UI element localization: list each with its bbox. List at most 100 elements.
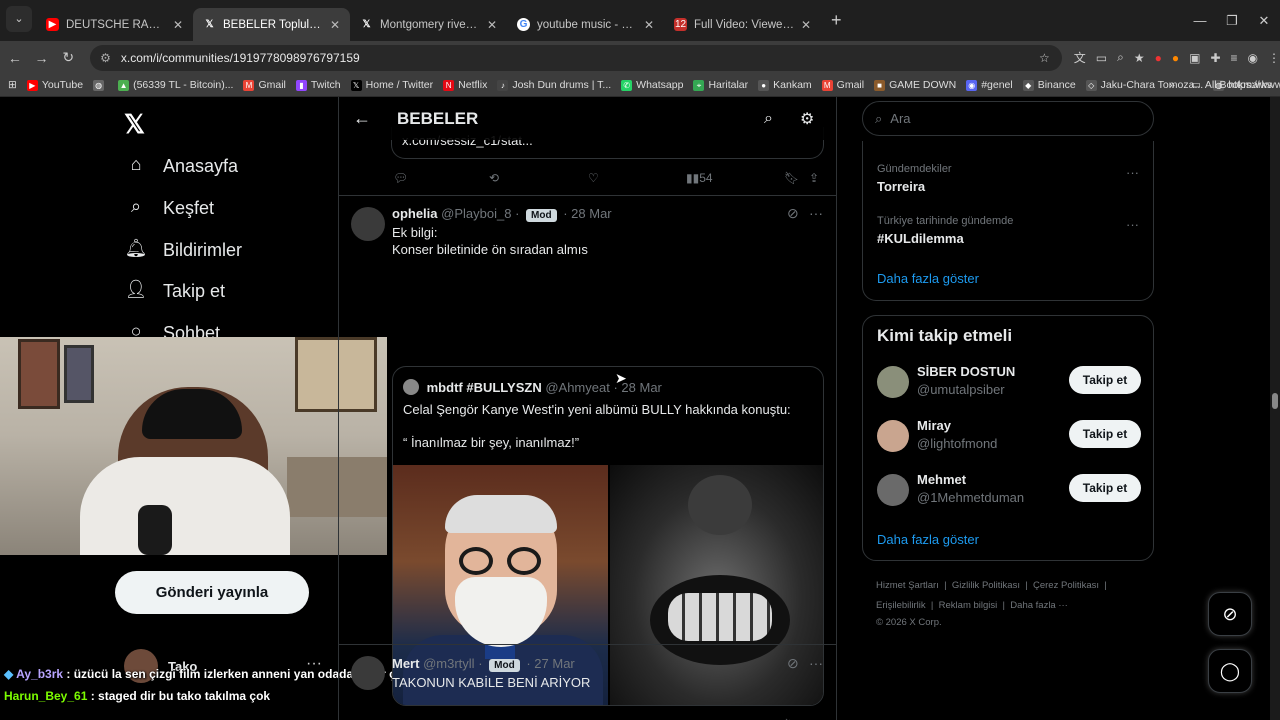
browser-tab[interactable]: 12Full Video: Viewer records as M✕	[664, 8, 821, 41]
bookmark-item[interactable]: ▲ (56339 TL - Bitcoin)...	[118, 79, 233, 91]
footer-link[interactable]: Reklam bilgisi	[939, 600, 998, 611]
repost-icon[interactable]: ⟲	[489, 171, 499, 185]
close-tab-icon[interactable]: ✕	[644, 18, 654, 32]
bookmark-item[interactable]: ✆ Whatsapp	[621, 79, 683, 91]
footer-link[interactable]: Erişilebilirlik	[876, 600, 926, 611]
close-tab-icon[interactable]: ✕	[801, 18, 811, 32]
follow-suggestion[interactable]: SİBER DOSTUN @umutalpsiber Takip et	[877, 362, 1141, 402]
reload-icon[interactable]: ↻	[56, 49, 80, 66]
media-icon[interactable]: ≡	[1231, 51, 1238, 65]
browser-tab-active[interactable]: 𝕏BEBELER Topluluk / X✕	[193, 8, 350, 41]
page-scrollbar[interactable]	[1270, 97, 1280, 720]
footer-link[interactable]: Çerez Politikası	[1033, 580, 1099, 591]
follow-suggestion[interactable]: Mehmet @1Mehmetduman Takip et	[877, 470, 1141, 510]
minimize-icon[interactable]: —	[1184, 13, 1216, 28]
bookmark-item[interactable]: N Netflix	[443, 79, 487, 91]
sidebar-item-home[interactable]: ⌂ Anasayfa	[124, 154, 239, 178]
bookmark-item[interactable]: ◉ #genel	[966, 79, 1013, 91]
like-icon[interactable]: ♡	[588, 171, 599, 185]
puzzle-icon[interactable]: ✚	[1210, 51, 1220, 65]
bookmark-item[interactable]: M Gmail	[243, 79, 286, 91]
back-icon[interactable]: ←	[3, 50, 27, 66]
community-note-icon[interactable]: ⊘	[787, 655, 799, 672]
bookmark-item[interactable]: ● Kankam	[758, 79, 812, 91]
search-icon[interactable]: ⌕	[764, 110, 773, 128]
post-date[interactable]: 28 Mar	[571, 206, 611, 221]
extension-icon[interactable]: ▣	[1189, 51, 1200, 65]
x-logo-icon[interactable]: 𝕏	[124, 109, 145, 140]
search-input[interactable]: ⌕ Ara	[862, 101, 1154, 136]
trend-item[interactable]: Gündemdekiler Torreira	[877, 163, 952, 194]
close-window-icon[interactable]: ✕	[1248, 13, 1280, 29]
bookmark-item[interactable]: ▮ Twitch	[295, 79, 341, 91]
more-icon[interactable]: ···	[809, 205, 823, 221]
browser-tab[interactable]: ▶DEUTSCHE RAP Gankster Brude✕	[36, 8, 193, 41]
gear-icon[interactable]: ⚙	[800, 109, 814, 129]
site-info-icon[interactable]: ⚙	[100, 51, 111, 65]
bookmark-icon[interactable]: 🔖︎	[784, 171, 799, 185]
new-tab-button[interactable]: +	[821, 10, 852, 31]
star-icon[interactable]: ★	[1134, 51, 1145, 65]
grok-button[interactable]: ⊘	[1208, 592, 1252, 636]
close-tab-icon[interactable]: ✕	[487, 18, 497, 32]
bookmark-star-icon[interactable]: ☆	[1039, 51, 1050, 65]
author-handle[interactable]: @m3rtyll	[423, 656, 474, 671]
author-name[interactable]: ophelia	[392, 206, 438, 221]
url-field[interactable]: ⚙ x.com/i/communities/191977809897679715…	[90, 44, 1062, 71]
post-date[interactable]: 27 Mar	[534, 656, 574, 671]
bookmark-item[interactable]: ■ GAME DOWN	[874, 79, 956, 91]
views-icon[interactable]: ▮▮ 54	[686, 171, 713, 185]
all-bookmarks[interactable]: » ▭ All Bookmarks	[1169, 79, 1272, 91]
follow-suggestion[interactable]: Miray @lightofmond Takip et	[877, 416, 1141, 456]
bookmark-item[interactable]: ⌖ Haritalar	[693, 79, 748, 91]
scrollbar-thumb[interactable]	[1272, 393, 1278, 409]
avatar[interactable]	[351, 656, 385, 690]
messages-button[interactable]: ◯	[1208, 649, 1252, 693]
close-tab-icon[interactable]: ✕	[173, 18, 183, 32]
show-more-link[interactable]: Daha fazla göster	[877, 271, 979, 286]
profile-icon[interactable]: ◉	[1248, 51, 1258, 65]
sidebar-item-follow[interactable]: 👤︎ Takip et	[124, 279, 225, 303]
bookmark-item[interactable]: ▶ YouTube	[26, 79, 83, 91]
sidebar-item-explore[interactable]: ⌕ Keşfet	[124, 196, 214, 220]
forward-icon[interactable]: →	[30, 50, 54, 66]
more-icon[interactable]: ···	[809, 655, 823, 671]
show-more-link[interactable]: Daha fazla göster	[877, 532, 979, 547]
more-icon[interactable]: ···	[1126, 165, 1139, 180]
browser-tab[interactable]: 𝕏Montgomery riverfront brawl -✕	[350, 8, 507, 41]
browser-tab[interactable]: Gyoutube music - Google'da Ara✕	[507, 8, 664, 41]
restore-icon[interactable]: ❐	[1216, 13, 1248, 29]
back-arrow-icon[interactable]: ←	[353, 108, 371, 129]
more-icon[interactable]: ···	[1126, 217, 1139, 232]
feed-post[interactable]: Mert @m3rtyll · Mod · 27 Mar ⊘ ··· TAKON…	[339, 644, 836, 720]
follow-button[interactable]: Takip et	[1069, 474, 1141, 502]
community-note-icon[interactable]: ⊘	[787, 205, 799, 222]
menu-kebab-icon[interactable]: ⋮	[1268, 51, 1280, 65]
feed-post[interactable]: ophelia @Playboi_8 · Mod · 28 Mar ⊘ ··· …	[339, 195, 836, 720]
avatar[interactable]	[351, 207, 385, 241]
share-icon[interactable]: ⇪	[809, 171, 819, 185]
bookmark-item[interactable]: ◆ Binance	[1022, 79, 1076, 91]
zoom-icon[interactable]: ⌕	[1117, 50, 1124, 65]
reply-icon[interactable]: 💬︎	[393, 171, 408, 185]
close-tab-icon[interactable]: ✕	[330, 18, 340, 32]
footer-link[interactable]: Hizmet Şartları	[876, 580, 939, 591]
follow-button[interactable]: Takip et	[1069, 366, 1141, 394]
translate-icon[interactable]: 文	[1074, 49, 1086, 66]
follow-button[interactable]: Takip et	[1069, 420, 1141, 448]
bookmark-item[interactable]: M Gmail	[821, 79, 864, 91]
apps-grid-icon[interactable]: ⊞	[8, 79, 17, 91]
trend-item[interactable]: Türkiye tarihinde gündemde #KULdilemma	[877, 215, 1013, 246]
sidebar-item-notifications[interactable]: 🔔︎ Bildirimler	[124, 238, 242, 262]
author-name[interactable]: Mert	[392, 656, 419, 671]
bookmark-item[interactable]: ◍	[93, 79, 108, 91]
tab-search-dropdown[interactable]: ⌄	[6, 5, 32, 32]
extension-red-icon[interactable]: ●	[1155, 51, 1162, 65]
footer-link[interactable]: Gizlilik Politikası	[952, 580, 1020, 591]
extension-orange-icon[interactable]: ●	[1172, 51, 1179, 65]
cast-icon[interactable]: ▭	[1096, 51, 1107, 65]
bookmark-item[interactable]: ♪ Josh Dun drums | T...	[497, 79, 611, 91]
bookmark-item[interactable]: 𝕏 Home / Twitter	[350, 79, 433, 91]
author-handle[interactable]: @Playboi_8	[441, 206, 511, 221]
post-button[interactable]: Gönderi yayınla	[115, 571, 309, 614]
